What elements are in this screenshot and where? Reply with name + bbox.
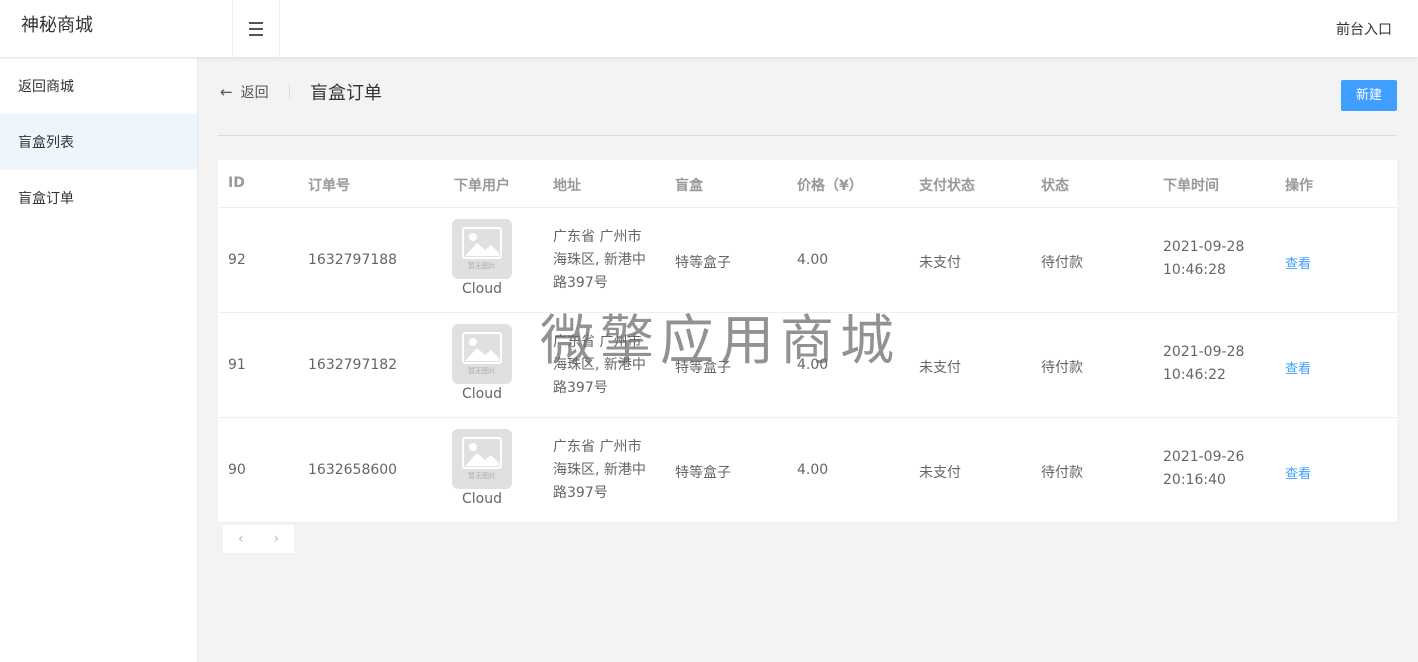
front-entry-link[interactable]: 前台入口 xyxy=(1336,19,1392,39)
user-name: Cloud xyxy=(462,281,502,297)
cell-order-no: 1632658600 xyxy=(308,462,398,478)
user-name: Cloud xyxy=(462,386,502,402)
sidebar-item-box-list[interactable]: 盲盒列表 xyxy=(0,114,197,170)
cell-time: 2021-09-28 10:46:22 xyxy=(1163,344,1245,383)
cell-box: 特等盒子 xyxy=(675,255,731,271)
cell-address: 广东省 广州市 海珠区, 新港中路397号 xyxy=(553,334,646,396)
orders-table: ID 订单号 下单用户 地址 盲盒 价格（¥） 支付状态 状态 下单时间 操作 … xyxy=(218,160,1397,523)
user-name: Cloud xyxy=(462,491,502,507)
cell-order-no: 1632797188 xyxy=(308,252,398,268)
cell-price: 4.00 xyxy=(797,357,829,373)
cell-pay-status: 未支付 xyxy=(919,255,961,271)
column-header-status: 状态 xyxy=(1041,178,1069,194)
table-row: 92 1632797188 暂无图片 Cloud 广东省 广州市 海珠区, 新港… xyxy=(218,208,1397,313)
avatar: 暂无图片 xyxy=(452,219,512,279)
cell-order-no: 1632797182 xyxy=(308,357,398,373)
view-link[interactable]: 查看 xyxy=(1285,253,1311,272)
sidebar-item-box-orders[interactable]: 盲盒订单 xyxy=(0,170,197,226)
table-row: 90 1632658600 暂无图片 Cloud 广东省 广州市 海珠区, 新港… xyxy=(218,418,1397,523)
page-title: 盲盒订单 xyxy=(310,83,382,104)
avatar: 暂无图片 xyxy=(452,324,512,384)
cell-status: 待付款 xyxy=(1041,360,1083,376)
cell-address: 广东省 广州市 海珠区, 新港中路397号 xyxy=(553,439,646,501)
sidebar-item-back-to-store[interactable]: 返回商城 xyxy=(0,58,197,114)
cell-user: 暂无图片 Cloud xyxy=(452,429,512,507)
avatar-placeholder-text: 暂无图片 xyxy=(468,472,496,480)
view-link[interactable]: 查看 xyxy=(1285,358,1311,377)
column-header-address: 地址 xyxy=(553,178,581,194)
view-link[interactable]: 查看 xyxy=(1285,463,1311,482)
cell-time: 2021-09-26 20:16:40 xyxy=(1163,449,1245,488)
cell-id: 91 xyxy=(228,357,246,373)
avatar: 暂无图片 xyxy=(452,429,512,489)
cell-pay-status: 未支付 xyxy=(919,465,961,481)
new-button[interactable]: 新建 xyxy=(1341,80,1397,111)
avatar-placeholder-text: 暂无图片 xyxy=(468,367,496,375)
brand-title: 神秘商城 xyxy=(21,15,93,36)
top-bar: 神秘商城 前台入口 xyxy=(0,0,1418,58)
cell-status: 待付款 xyxy=(1041,465,1083,481)
pagination: ‹ › xyxy=(223,525,294,553)
column-header-pay-status: 支付状态 xyxy=(919,178,975,194)
column-header-action: 操作 xyxy=(1285,178,1313,194)
header-separator xyxy=(218,135,1397,136)
image-placeholder-icon xyxy=(462,227,502,259)
cell-time: 2021-09-28 10:46:28 xyxy=(1163,239,1245,278)
table-row: 91 1632797182 暂无图片 Cloud 广东省 广州市 海珠区, 新港… xyxy=(218,313,1397,418)
column-header-time: 下单时间 xyxy=(1163,178,1219,194)
cell-status: 待付款 xyxy=(1041,255,1083,271)
column-header-id: ID xyxy=(228,175,245,191)
column-header-user: 下单用户 xyxy=(454,178,510,194)
column-header-box: 盲盒 xyxy=(675,178,703,194)
cell-pay-status: 未支付 xyxy=(919,360,961,376)
cell-price: 4.00 xyxy=(797,462,829,478)
header-divider xyxy=(289,84,290,99)
back-label: 返回 xyxy=(240,85,269,101)
prev-page-button[interactable]: ‹ xyxy=(238,531,244,547)
menu-toggle-button[interactable] xyxy=(232,0,280,58)
table-header: ID 订单号 下单用户 地址 盲盒 价格（¥） 支付状态 状态 下单时间 操作 xyxy=(218,160,1397,208)
image-placeholder-icon xyxy=(462,437,502,469)
cell-user: 暂无图片 Cloud xyxy=(452,324,512,402)
next-page-button[interactable]: › xyxy=(273,531,279,547)
cell-id: 90 xyxy=(228,462,246,478)
cell-box: 特等盒子 xyxy=(675,465,731,481)
column-header-price: 价格（¥） xyxy=(797,178,863,194)
cell-box: 特等盒子 xyxy=(675,360,731,376)
avatar-placeholder-text: 暂无图片 xyxy=(468,262,496,270)
cell-user: 暂无图片 Cloud xyxy=(452,219,512,297)
cell-id: 92 xyxy=(228,252,246,268)
hamburger-icon xyxy=(249,20,263,38)
arrow-left-icon: ← xyxy=(220,83,233,101)
column-header-order-no: 订单号 xyxy=(308,178,350,194)
cell-address: 广东省 广州市 海珠区, 新港中路397号 xyxy=(553,229,646,291)
image-placeholder-icon xyxy=(462,332,502,364)
back-button[interactable]: ← 返回 xyxy=(220,82,269,102)
sidebar: 返回商城 盲盒列表 盲盒订单 xyxy=(0,58,198,662)
cell-price: 4.00 xyxy=(797,252,829,268)
